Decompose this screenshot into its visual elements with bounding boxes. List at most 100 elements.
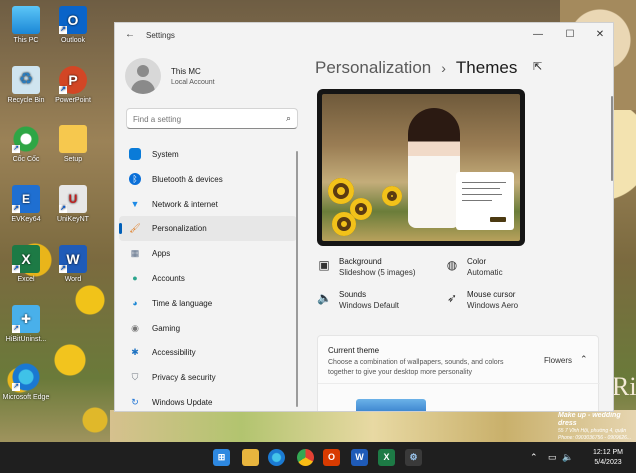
theme-preview [317, 89, 525, 246]
outlook-icon: O ↗ [59, 6, 87, 34]
network-icon[interactable]: ▭ [548, 452, 557, 463]
sidebar-item-label: System [152, 150, 179, 159]
cursor-icon: ➶ [446, 291, 458, 305]
powerpoint-icon: P ↗ [59, 66, 87, 94]
sidebar-item-personalization[interactable]: 🖌 Personalization [119, 216, 297, 242]
theme-thumbnail[interactable] [356, 399, 426, 411]
mouse-pointer-icon: ⇱ [533, 61, 543, 73]
desktop-icon-coccoc[interactable]: ↗ Cốc Cốc [1, 125, 51, 164]
system-icon [129, 148, 141, 160]
hibit-uninstaller-icon: ✚ ↗ [12, 305, 40, 333]
sidebar-item-label: Gaming [152, 323, 181, 333]
desktop-icon-word[interactable]: W ↗ Word [48, 245, 98, 284]
preview-dialog [456, 172, 514, 230]
chevron-up-icon[interactable]: ⌃ [530, 452, 538, 463]
current-theme-value: Flowers [544, 356, 573, 365]
recycle-bin-icon: ♻ [12, 66, 40, 94]
evkey-icon: E ↗ [12, 185, 40, 213]
breadcrumb-parent[interactable]: Personalization [315, 58, 431, 77]
desktop-icon-setup[interactable]: Setup [48, 125, 98, 164]
taskbar: ⊞ O W X ⚙ ⌃ ▭ 🔈 12:12 PM 5/4/2023 [0, 442, 636, 473]
desktop-icon-excel[interactable]: X ↗ Excel [1, 245, 51, 284]
back-arrow-icon[interactable]: ← [125, 29, 137, 41]
avatar [125, 58, 161, 94]
close-icon[interactable]: ✕ [587, 27, 613, 43]
search-box[interactable]: ⌕ [126, 108, 298, 129]
content-scrollbar[interactable] [611, 96, 613, 181]
user-name: This MC [171, 67, 201, 76]
theme-properties: ▣ Background Slideshow (5 images) ◍ Colo… [317, 257, 519, 310]
accessibility-icon: ✱ [131, 347, 139, 358]
desktop-icon-unikey[interactable]: U ↗ UniKeyNT [48, 185, 98, 224]
desktop-icon-powerpoint[interactable]: P ↗ PowerPoint [48, 66, 98, 105]
unikey-icon: U ↗ [59, 185, 87, 213]
window-title: Settings [146, 31, 175, 40]
desktop-icon-hibit[interactable]: ✚ ↗ HiBitUninst... [1, 305, 51, 344]
sidebar-item-apps[interactable]: ▦ Apps [119, 241, 297, 266]
chevron-right-icon: › [441, 60, 446, 76]
title-bar: ← Settings — ☐ ✕ [115, 23, 613, 47]
sidebar-item-gaming[interactable]: ◉ Gaming [119, 316, 297, 341]
desktop-icon-recycle-bin[interactable]: ♻ Recycle Bin [1, 66, 51, 105]
excel-icon: X ↗ [12, 245, 40, 273]
apps-icon: ▦ [130, 248, 140, 259]
settings-window: ← Settings — ☐ ✕ This MC Local Account ⌕… [114, 22, 614, 412]
sidebar-item-accounts[interactable]: ● Accounts [119, 266, 297, 291]
globe-clock-icon: ◕ [132, 297, 138, 308]
word-icon[interactable]: W [351, 449, 368, 466]
search-input[interactable] [133, 113, 273, 125]
sidebar-item-label: Bluetooth & devices [152, 174, 223, 184]
settings-icon[interactable]: ⚙ [405, 449, 422, 466]
breadcrumb: Personalization › Themes [315, 58, 517, 78]
folder-icon [59, 125, 87, 153]
clock-date: 5/4/2023 [594, 459, 622, 466]
chevron-up-icon[interactable]: ⌃ [580, 354, 588, 365]
desktop-icon-this-pc[interactable]: This PC [1, 6, 51, 45]
shield-icon: ⛉ [131, 372, 139, 383]
edge-icon: ↗ [12, 363, 40, 391]
excel-icon[interactable]: X [378, 449, 395, 466]
sidebar-item-bluetooth[interactable]: ᛒ Bluetooth & devices [119, 167, 297, 192]
edge-icon[interactable] [268, 449, 285, 466]
desktop-icon-outlook[interactable]: O ↗ Outlook [48, 6, 98, 45]
bluetooth-icon: ᛒ [129, 172, 141, 185]
start-icon[interactable]: ⊞ [213, 449, 230, 466]
sidebar-item-label: Personalization [152, 224, 207, 234]
wallpaper-watermark: Make up - wedding dress 55 7 Vĩnh Hội, p… [558, 412, 632, 441]
current-theme-card[interactable]: Current theme Choose a combination of wa… [317, 335, 600, 411]
sidebar-nav: System ᛒ Bluetooth & devices ▼ Network &… [119, 142, 297, 411]
sidebar-item-label: Network & internet [152, 199, 218, 209]
sidebar-item-accessibility[interactable]: ✱ Accessibility [119, 340, 297, 365]
desktop-icon-evkey[interactable]: E ↗ EVKey64 [1, 185, 51, 224]
coccoc-icon: ↗ [12, 125, 40, 153]
search-icon[interactable]: ⌕ [286, 113, 291, 124]
sidebar-item-time-language[interactable]: ◕ Time & language [119, 291, 297, 316]
current-theme-title: Current theme [328, 346, 380, 355]
desktop-icon-edge[interactable]: ↗ Microsoft Edge [1, 363, 51, 402]
wifi-icon: ▼ [130, 198, 140, 209]
office-icon[interactable]: O [323, 449, 340, 466]
theme-preview-wallpaper [322, 94, 520, 241]
user-account-type: Local Account [171, 79, 215, 86]
sidebar-item-label: Accessibility [152, 348, 196, 358]
brush-icon: 🖌 [129, 223, 141, 234]
sidebar-item-network[interactable]: ▼ Network & internet [119, 192, 297, 217]
minimize-icon[interactable]: — [525, 27, 551, 43]
update-icon: ↻ [131, 396, 139, 407]
sidebar-item-windows-update[interactable]: ↻ Windows Update [119, 390, 297, 411]
file-explorer-icon[interactable] [242, 449, 259, 466]
clock[interactable]: 12:12 PM 5/4/2023 [584, 448, 632, 468]
sidebar-item-system[interactable]: System [119, 142, 297, 167]
page-title: Themes [455, 58, 518, 77]
image-icon: ▣ [318, 258, 330, 272]
sidebar-item-privacy[interactable]: ⛉ Privacy & security [119, 365, 297, 390]
sidebar-item-label: Privacy & security [152, 373, 216, 383]
maximize-icon[interactable]: ☐ [557, 27, 583, 43]
word-icon: W ↗ [59, 245, 87, 273]
volume-icon[interactable]: 🔈 [562, 452, 573, 463]
google-chrome-icon[interactable] [297, 449, 314, 466]
sidebar-item-label: Accounts [152, 273, 185, 283]
sidebar-scrollbar[interactable] [296, 151, 298, 407]
this-pc-icon [12, 6, 40, 34]
palette-icon: ◍ [446, 258, 458, 272]
